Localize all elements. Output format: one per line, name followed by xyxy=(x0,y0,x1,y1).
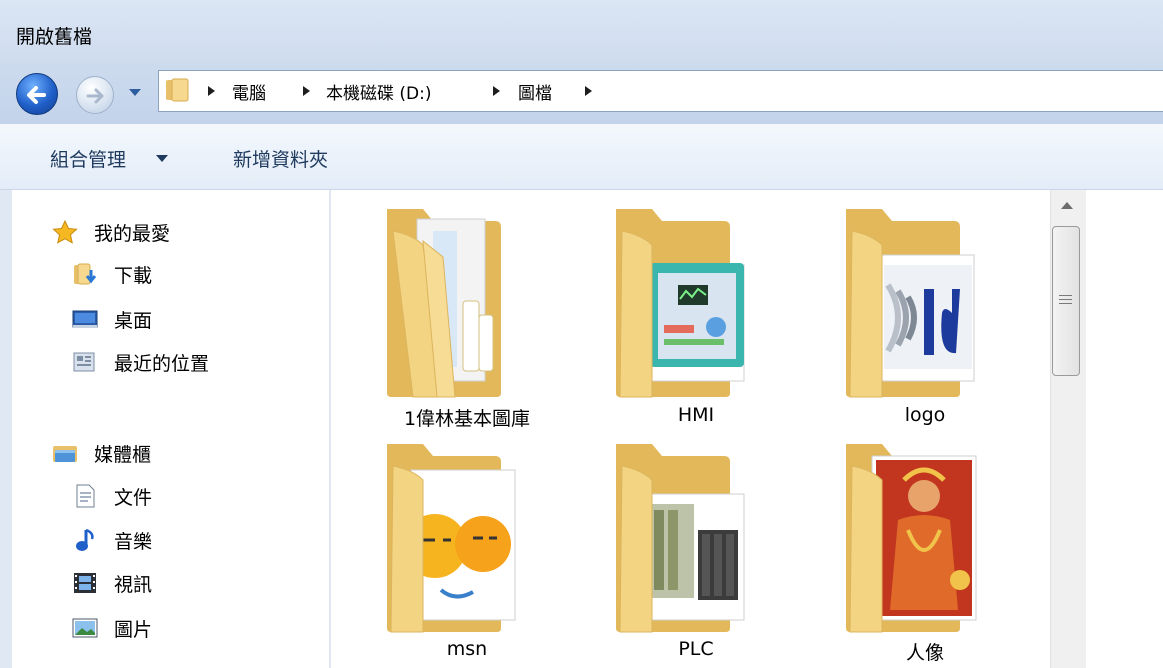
scroll-grip xyxy=(1059,295,1072,296)
folder-icon[interactable] xyxy=(612,205,752,405)
chevron-down-icon[interactable] xyxy=(156,155,168,162)
folder-icon[interactable] xyxy=(383,440,523,640)
arrow-right-icon xyxy=(86,88,104,104)
content-margin xyxy=(1086,190,1163,668)
nav-item-documents[interactable]: 文件 xyxy=(114,483,152,510)
nav-item-recent-places[interactable]: 最近的位置 xyxy=(114,349,209,376)
scroll-up-arrow-icon[interactable] xyxy=(1061,202,1073,209)
back-button[interactable] xyxy=(16,73,58,115)
title-bar xyxy=(0,0,1163,62)
recent-pages-dropdown-icon[interactable] xyxy=(128,88,142,98)
video-icon xyxy=(74,573,96,593)
folder-label[interactable]: 1偉林基本圖庫 xyxy=(357,404,577,431)
navigation-pane xyxy=(12,190,330,668)
nav-libraries[interactable]: 媒體櫃 xyxy=(94,440,151,467)
breadcrumb-drive-d[interactable]: 本機磁碟 (D:) xyxy=(326,79,432,104)
nav-item-music[interactable]: 音樂 xyxy=(114,527,152,554)
folder-label[interactable]: logo xyxy=(815,404,1035,426)
recent-places-icon xyxy=(73,352,95,372)
picture-icon xyxy=(72,618,98,638)
breadcrumb-separator[interactable] xyxy=(493,86,500,96)
scroll-grip xyxy=(1059,299,1072,300)
desktop-icon xyxy=(72,310,98,328)
breadcrumb-computer[interactable]: 電腦 xyxy=(232,79,266,104)
arrow-left-icon xyxy=(27,86,46,104)
folder-icon[interactable] xyxy=(842,205,982,405)
scroll-grip xyxy=(1059,303,1072,304)
nav-favorites[interactable]: 我的最愛 xyxy=(94,219,170,246)
breadcrumb-separator[interactable] xyxy=(303,86,310,96)
window-title: 開啟舊檔 xyxy=(16,26,93,48)
download-folder-icon xyxy=(74,263,97,285)
folder-icon xyxy=(166,78,189,102)
star-icon xyxy=(52,220,78,244)
music-note-icon xyxy=(76,528,94,551)
command-bar xyxy=(0,124,1163,190)
new-folder-button[interactable]: 新增資料夾 xyxy=(233,145,328,172)
nav-item-videos[interactable]: 視訊 xyxy=(114,570,152,597)
scrollbar-thumb[interactable] xyxy=(1052,226,1080,376)
folder-icon[interactable] xyxy=(612,440,752,640)
library-icon xyxy=(53,446,77,462)
document-icon xyxy=(76,484,95,508)
breadcrumb-separator[interactable] xyxy=(208,86,215,96)
organize-button[interactable]: 組合管理 xyxy=(50,145,126,172)
breadcrumb-separator[interactable] xyxy=(585,86,592,96)
folder-label[interactable]: 人像 xyxy=(815,638,1035,665)
forward-button[interactable] xyxy=(76,76,114,114)
folder-label[interactable]: PLC xyxy=(586,638,806,660)
nav-item-desktop[interactable]: 桌面 xyxy=(114,306,152,333)
folder-icon[interactable] xyxy=(383,205,523,405)
breadcrumb-images-folder[interactable]: 圖檔 xyxy=(518,79,552,104)
folder-label[interactable]: msn xyxy=(357,638,577,660)
nav-item-downloads[interactable]: 下載 xyxy=(114,261,152,288)
folder-label[interactable]: HMI xyxy=(586,404,806,426)
nav-item-pictures[interactable]: 圖片 xyxy=(114,615,152,642)
folder-icon[interactable] xyxy=(842,440,982,640)
